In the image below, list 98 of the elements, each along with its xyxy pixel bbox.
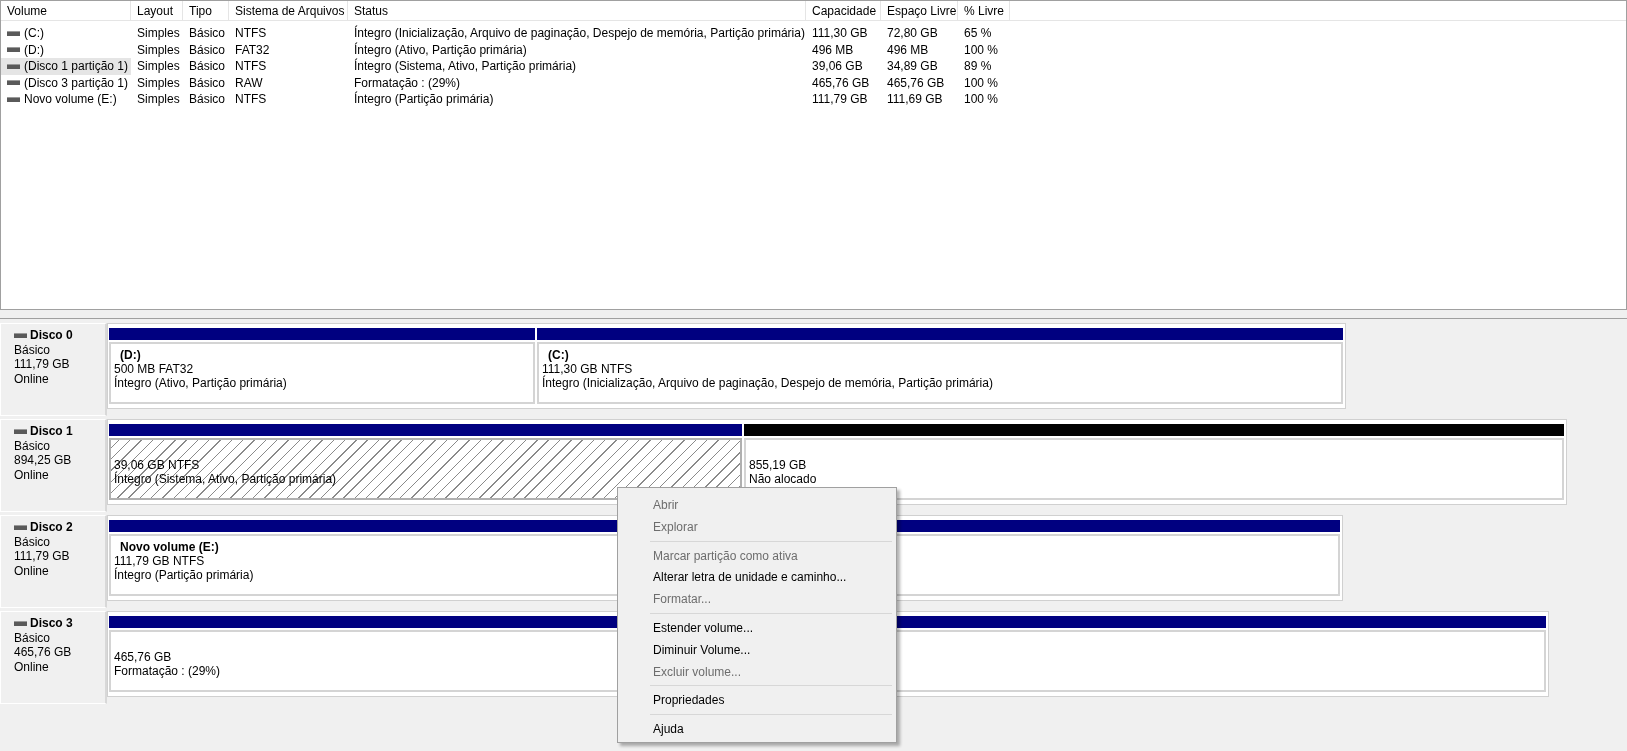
table-cell-text: Simples (136, 74, 181, 91)
column-header[interactable]: Volume (1, 1, 131, 20)
disk-info: Básico (14, 630, 52, 645)
partition-box[interactable]: 39,06 GB NTFS Íntegro (Sistema, Ativo, Partição primária) (109, 438, 742, 500)
disk-info: Online (14, 467, 50, 482)
drive-icon (14, 428, 27, 434)
menu-item[interactable]: Ajuda (620, 718, 894, 740)
drive-icon (14, 620, 27, 626)
partition-title: (D:) (119, 348, 141, 362)
partition-box[interactable]: 855,19 GB Não alocado (744, 438, 1564, 500)
table-cell-text: Íntegro (Sistema, Ativo, Partição primária) (353, 58, 578, 75)
table-cell-text: 100 % (963, 91, 1000, 108)
table-cell-text: NTFS (234, 58, 268, 75)
table-cell-text: Simples (136, 91, 181, 108)
menu-item[interactable]: Diminuir Volume... (620, 638, 894, 661)
drive-icon (7, 96, 20, 102)
table-cell-text: 100 % (963, 41, 1000, 58)
table-cell-text: Básico (188, 41, 227, 58)
volume-name: (C:) (24, 25, 44, 42)
drive-icon (7, 63, 20, 69)
column-header[interactable]: % Livre (958, 1, 1010, 20)
column-header[interactable]: Sistema de Arquivos (229, 1, 348, 20)
disk-name: Disco 3 (30, 616, 73, 631)
table-cell-text: 72,80 GB (886, 25, 939, 42)
column-header[interactable]: Tipo (183, 1, 229, 20)
partition-size: 111,30 GB NTFS (542, 362, 633, 376)
disk-info: 111,79 GB (14, 549, 71, 564)
partition-box[interactable]: (C:) 111,30 GB NTFS Íntegro (Inicialização, Arquivo de paginação, Despejo de memória, Partição primária) (537, 342, 1343, 404)
disk-name: Disco 2 (30, 520, 73, 535)
table-cell-text: Básico (188, 58, 227, 75)
volume-name: Novo volume (E:) (24, 91, 117, 108)
partition-status: Íntegro (Inicialização, Arquivo de paginação, Despejo de memória, Partição primária) (542, 376, 993, 390)
disk-info: Online (14, 659, 50, 674)
partition-status: Formatação : (29%) (114, 664, 221, 678)
table-cell-text: Formatação : (29%) (353, 74, 462, 91)
disk-name: Disco 1 (30, 424, 73, 439)
partition-status: Íntegro (Ativo, Partição primária) (114, 376, 287, 390)
disk-info: Básico (14, 342, 52, 357)
table-cell-text: Íntegro (Partição primária) (353, 91, 495, 108)
partition-size: 855,19 GB (749, 458, 807, 472)
menu-item[interactable]: Propriedades (620, 689, 894, 712)
table-cell-text: Íntegro (Ativo, Partição primária) (353, 41, 528, 58)
disk-info: Básico (14, 438, 52, 453)
table-cell-text: 465,76 GB (886, 74, 946, 91)
disk-name: Disco 0 (30, 328, 73, 343)
drive-icon (14, 524, 27, 530)
partition-box[interactable]: (D:) 500 MB FAT32 Íntegro (Ativo, Partição primária) (109, 342, 535, 404)
drive-icon (7, 80, 20, 86)
table-cell-text: 111,30 GB (811, 25, 869, 42)
disk-info: Online (14, 563, 50, 578)
table-cell-text: NTFS (234, 25, 268, 42)
partition-size: 500 MB FAT32 (114, 362, 194, 376)
partition-size: 39,06 GB NTFS (114, 458, 200, 472)
menu-item[interactable]: Alterar letra de unidade e caminho... (620, 566, 894, 589)
table-cell-text: 100 % (963, 74, 1000, 91)
table-cell-text: RAW (234, 74, 264, 91)
disk-info: Básico (14, 534, 52, 549)
drive-icon (7, 47, 20, 53)
table-cell-text: FAT32 (234, 41, 271, 58)
disk-info: 465,76 GB (14, 645, 73, 660)
table-cell-text: 34,89 GB (886, 58, 939, 75)
partition-size: 111,79 GB NTFS (114, 554, 205, 568)
table-cell-text: 89 % (963, 58, 993, 75)
partition-size: 465,76 GB (114, 650, 172, 664)
table-cell-text: Simples (136, 25, 181, 42)
column-header[interactable]: Espaço Livre (881, 1, 958, 20)
table-cell-text: Básico (188, 91, 227, 108)
table-cell-text: Básico (188, 74, 227, 91)
drive-icon (14, 332, 27, 338)
table-cell-text: NTFS (234, 91, 268, 108)
volume-name: (D:) (24, 41, 44, 58)
drive-icon (7, 30, 20, 36)
selected-row-highlight[interactable]: (Disco 1 partição 1) (1, 58, 131, 75)
disk-info: 111,79 GB (14, 357, 71, 372)
table-cell-text: 65 % (963, 25, 993, 42)
disk-info: 894,25 GB (14, 453, 73, 468)
volume-name: (Disco 3 partição 1) (24, 74, 129, 91)
partition-title: Novo volume (E:) (119, 540, 219, 554)
table-cell-text: Simples (136, 58, 181, 75)
table-cell-text: 496 MB (886, 41, 930, 58)
table-cell-text: Básico (188, 25, 227, 42)
table-cell-text: 496 MB (811, 41, 855, 58)
table-cell-text: Simples (136, 41, 181, 58)
partition-status: Íntegro (Sistema, Ativo, Partição primária) (114, 472, 337, 486)
table-cell-text: 111,79 GB (811, 91, 869, 108)
table-cell-text: 111,69 GB (886, 91, 944, 108)
table-cell-text: 39,06 GB (811, 58, 864, 75)
partition-title: (C:) (547, 348, 569, 362)
partition-status: Não alocado (749, 472, 817, 486)
table-cell-text: 465,76 GB (811, 74, 871, 91)
partition-status: Íntegro (Partição primária) (114, 568, 254, 582)
column-header[interactable]: Status (348, 1, 806, 20)
column-header[interactable]: Capacidade (806, 1, 881, 20)
column-header[interactable]: Layout (131, 1, 183, 20)
table-cell-text: Íntegro (Inicialização, Arquivo de paginação, Despejo de memória, Partição primária) (353, 25, 806, 42)
menu-item[interactable]: Estender volume... (620, 617, 894, 639)
volume-name: (Disco 1 partição 1) (24, 58, 129, 75)
disk-info: Online (14, 371, 50, 386)
